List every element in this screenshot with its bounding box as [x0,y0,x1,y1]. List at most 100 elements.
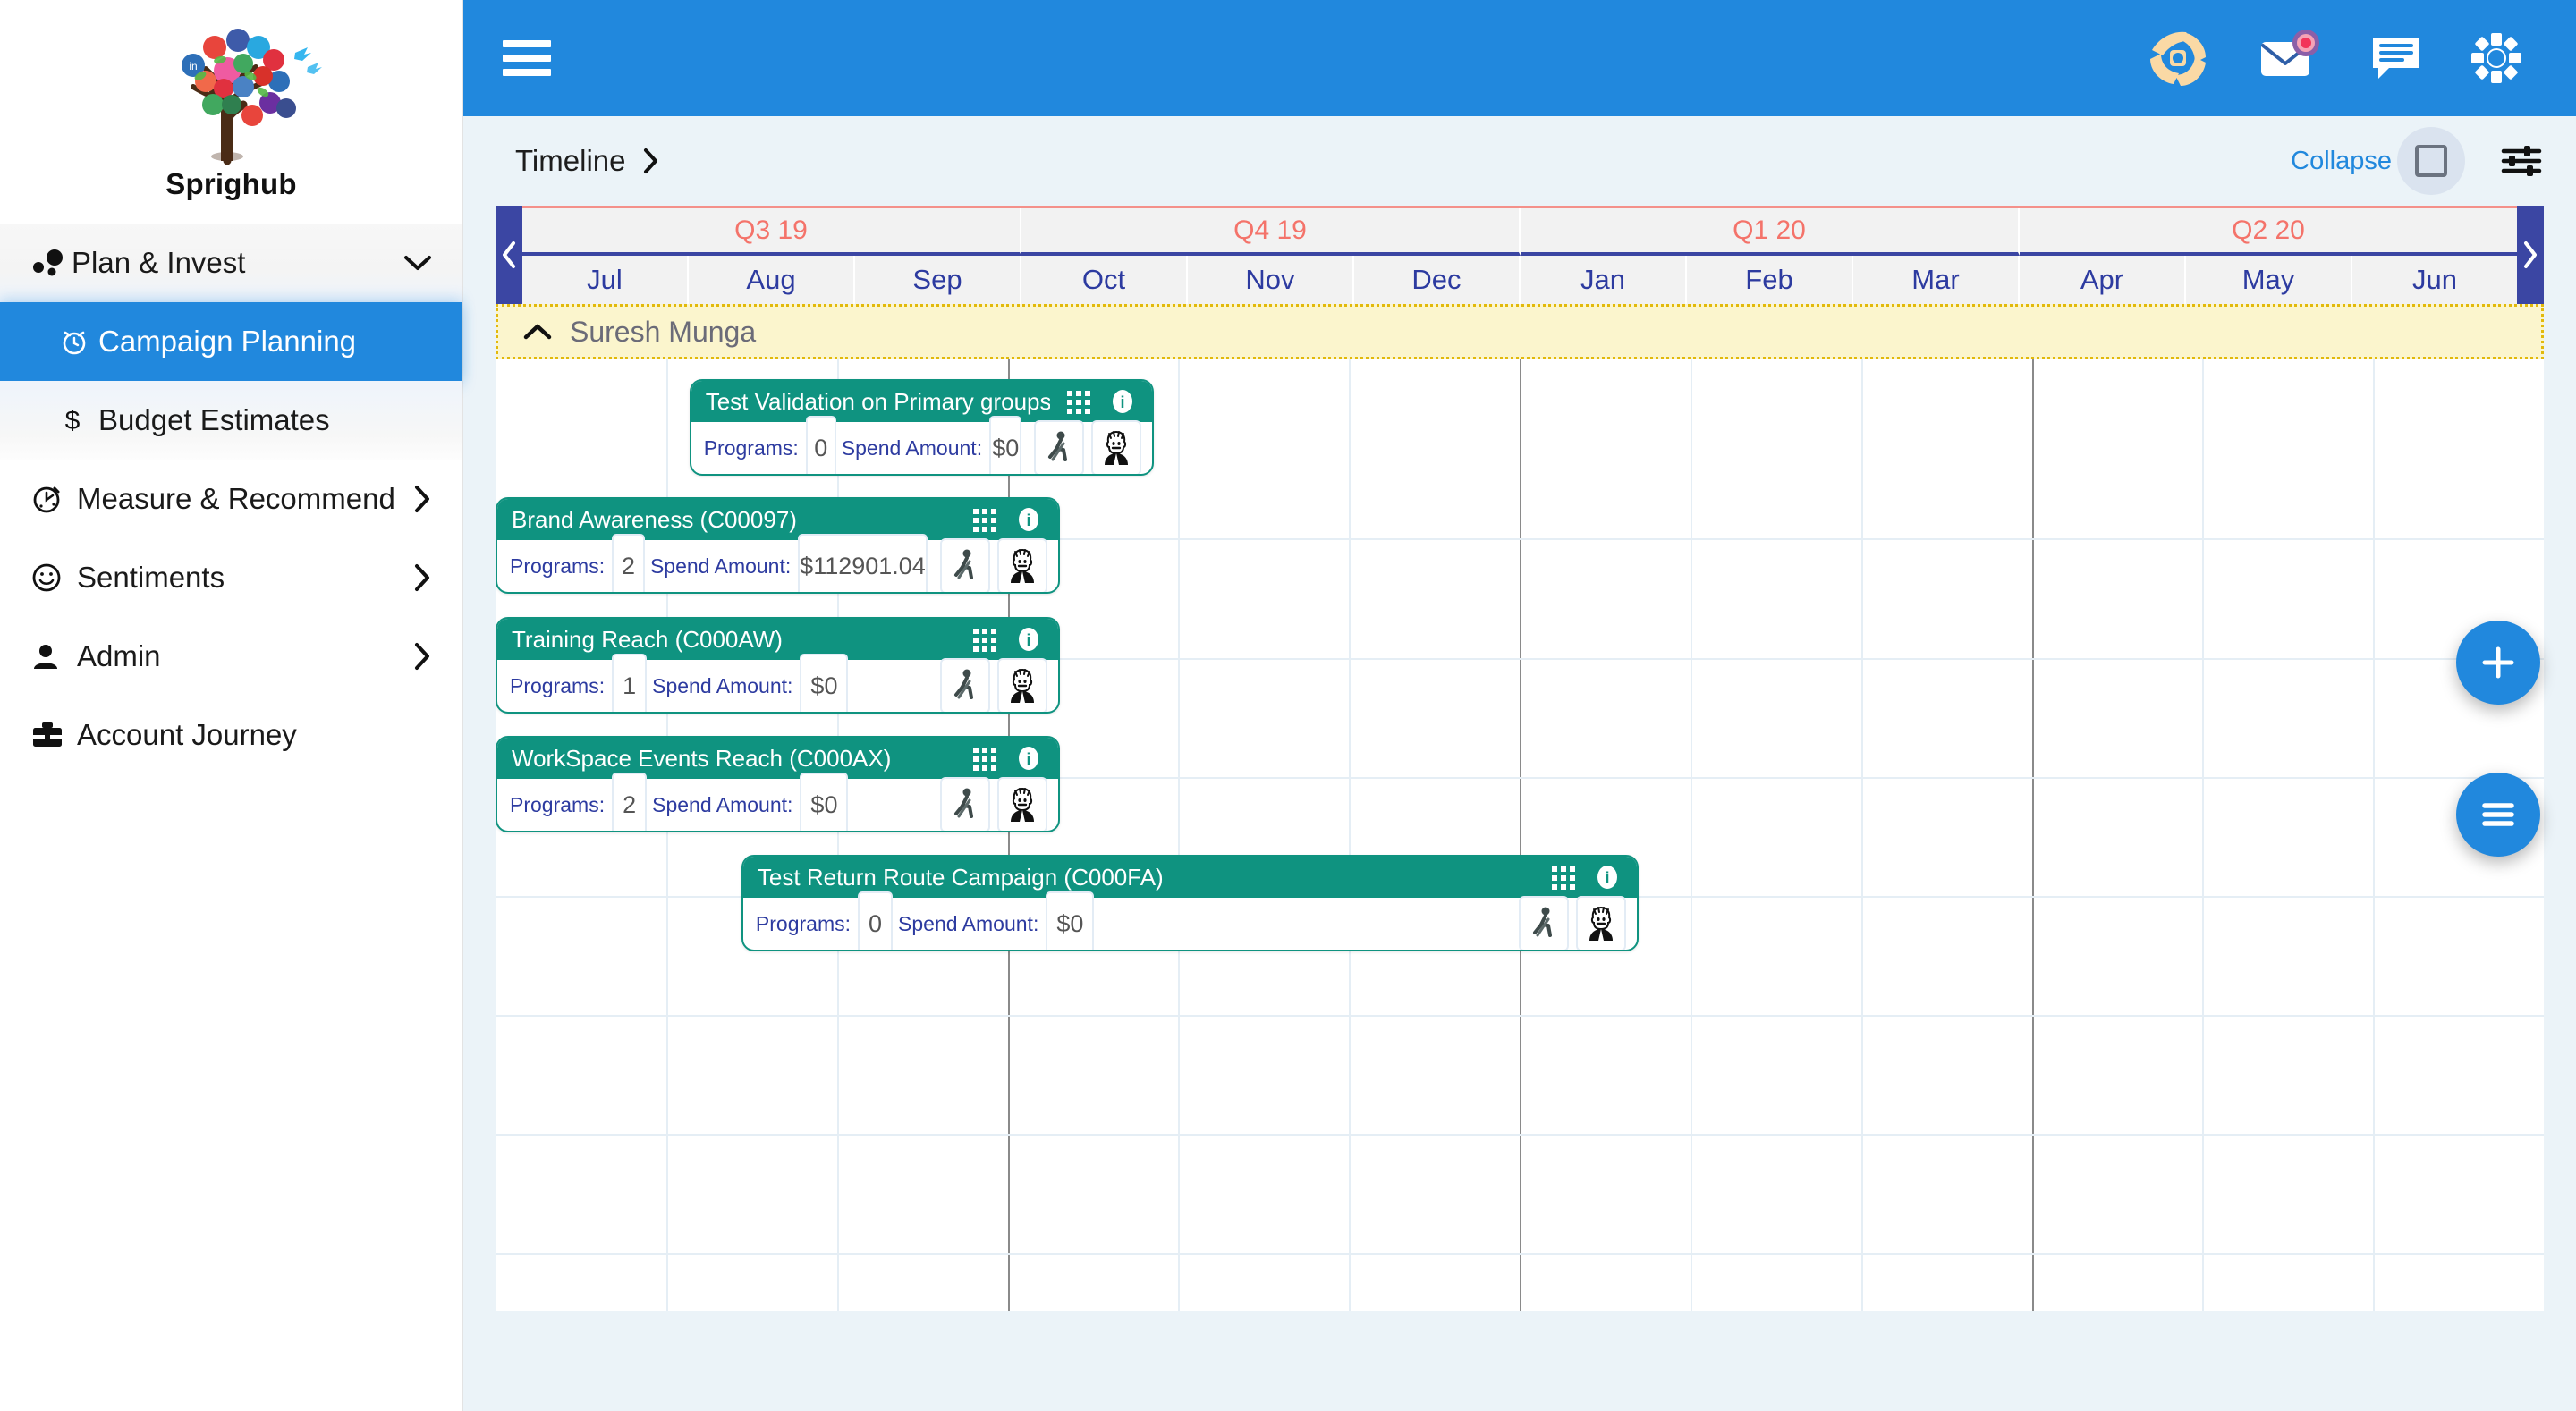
walking-person-icon[interactable] [1034,420,1085,474]
month-cell: Aug [689,256,855,304]
timeline-group-row[interactable]: Suresh Munga [496,304,2544,359]
chevron-right-icon[interactable] [402,641,432,672]
timeline-group-name: Suresh Munga [570,315,757,348]
chat-icon[interactable] [2368,32,2424,84]
chevron-up-icon[interactable] [513,322,563,342]
app-root: in Sprighub Plan & Invest Campaign Plann… [0,0,2576,1411]
quarter-divider [1520,359,1521,1311]
walking-person-icon[interactable] [939,777,990,831]
campaign-card-header: Training Reach (C000AW) i [497,619,1058,660]
programs-value[interactable]: 2 [612,773,648,831]
chevron-down-icon[interactable] [402,254,432,272]
walking-person-icon[interactable] [1518,896,1569,950]
sidebar-item-account-journey[interactable]: Account Journey [0,696,462,774]
main-content: Timeline Collapse Q3 19 Q4 19 Q1 20 Q2 2… [463,0,2576,1411]
month-cell: May [2186,256,2352,304]
campaign-card-body: Programs: 0 Spend Amount: $0 [691,416,1153,474]
programs-value[interactable]: 0 [858,891,894,950]
info-icon[interactable]: i [1590,860,1624,894]
spend-value[interactable]: $0 [1046,891,1095,950]
sidebar-item-admin[interactable]: Admin [0,617,462,696]
programs-value[interactable]: 1 [612,654,648,712]
smiley-icon [30,562,77,594]
collapse-control[interactable]: Collapse [2291,127,2465,195]
gear-icon[interactable] [2469,30,2524,86]
tune-filter-icon[interactable] [2499,141,2544,181]
month-cell: Dec [1354,256,1521,304]
info-icon[interactable]: i [1012,741,1046,775]
month-divider [2373,359,2376,1311]
spend-label: Spend Amount: [898,911,1039,935]
hamburger-menu-icon[interactable] [503,40,551,76]
campaign-card[interactable]: Test Validation on Primary groups Campai… [689,379,1155,476]
person-icon [30,641,77,672]
info-icon[interactable]: i [1012,503,1046,537]
business-person-avatar-icon[interactable] [996,538,1047,592]
apps-grid-icon[interactable] [1061,384,1095,418]
top-app-bar [463,0,2576,116]
info-icon[interactable]: i [1106,384,1140,418]
spend-value[interactable]: $112901.04 [798,534,928,592]
timeline-panel: Q3 19 Q4 19 Q1 20 Q2 20 Jul Aug Sep Oct … [463,206,2576,1411]
sidebar-item-label: Account Journey [77,718,297,751]
sidebar-item-measure-recommend[interactable]: Measure & Recommend [0,460,462,538]
apps-grid-icon[interactable] [967,503,1001,537]
sidebar-item-sentiments[interactable]: Sentiments [0,538,462,617]
breadcrumb[interactable]: Timeline [515,144,625,178]
collapse-label: Collapse [2291,146,2392,175]
sidebar-item-label: Campaign Planning [98,325,357,358]
spend-value[interactable]: $0 [989,416,1022,474]
apps-grid-icon[interactable] [1546,860,1580,894]
month-cell: Feb [1687,256,1853,304]
svg-text:i: i [1121,393,1125,411]
spend-value[interactable]: $0 [800,654,849,712]
business-person-avatar-icon[interactable] [996,658,1047,712]
programs-value[interactable]: 2 [612,534,645,592]
svg-text:$: $ [65,406,80,435]
timeline-next-button[interactable] [2517,206,2544,304]
svg-text:i: i [1605,869,1609,887]
campaign-card[interactable]: Training Reach (C000AW) i Programs: 1 Spend … [496,617,1060,714]
mail-icon[interactable] [2258,30,2324,87]
month-divider [1690,359,1692,1311]
campaign-card-body: Programs: 1 Spend Amount: $0 [497,654,1058,712]
campaign-card[interactable]: Brand Awareness (C00097) i Programs: 2 Spend… [496,497,1060,594]
business-person-avatar-icon[interactable] [1575,896,1626,950]
walking-person-icon[interactable] [939,538,990,592]
list-fab[interactable] [2456,773,2540,857]
campaign-title: Brand Awareness (C00097) [512,505,797,533]
info-icon[interactable]: i [1012,622,1046,656]
quarter-cell: Q4 19 [1021,208,1521,256]
timeline-columns: Q3 19 Q4 19 Q1 20 Q2 20 Jul Aug Sep Oct … [522,206,2517,304]
apps-grid-icon[interactable] [967,741,1001,775]
month-divider [1860,359,1863,1311]
campaign-card[interactable]: WorkSpace Events Reach (C000AX) i Programs… [496,736,1060,832]
campaign-card[interactable]: Test Return Route Campaign (C000FA) i Prog… [741,855,1639,951]
business-person-avatar-icon[interactable] [996,777,1047,831]
sidebar-item-label: Budget Estimates [98,403,330,436]
chevron-right-icon[interactable] [402,562,432,593]
sidebar-item-label: Admin [77,639,161,672]
collapse-checkbox[interactable] [2397,127,2465,195]
sidebar-item-budget-estimates[interactable]: $ Budget Estimates [0,381,462,460]
sidebar-group-plan-invest[interactable]: Plan & Invest [0,224,462,302]
social-media-tree-logo-icon: in [181,29,322,165]
month-cell: Jul [522,256,689,304]
sidebar-item-campaign-planning[interactable]: Campaign Planning [0,302,462,381]
brand-knot-logo-icon[interactable] [2143,23,2213,93]
business-person-avatar-icon[interactable] [1091,420,1142,474]
add-fab[interactable] [2456,621,2540,705]
apps-grid-icon[interactable] [967,622,1001,656]
campaign-title: WorkSpace Events Reach (C000AX) [512,744,892,772]
month-divider [1349,359,1352,1311]
row-divider [496,1015,2544,1017]
svg-text:i: i [1026,631,1030,649]
chevron-right-icon[interactable] [641,147,659,175]
brand-logo-block: in Sprighub [0,0,462,224]
spend-value[interactable]: $0 [800,773,849,831]
walking-person-icon[interactable] [939,658,990,712]
campaign-title: Test Return Route Campaign (C000FA) [757,863,1164,891]
programs-value[interactable]: 0 [805,416,836,474]
timeline-prev-button[interactable] [496,206,522,304]
chevron-right-icon[interactable] [402,484,432,514]
